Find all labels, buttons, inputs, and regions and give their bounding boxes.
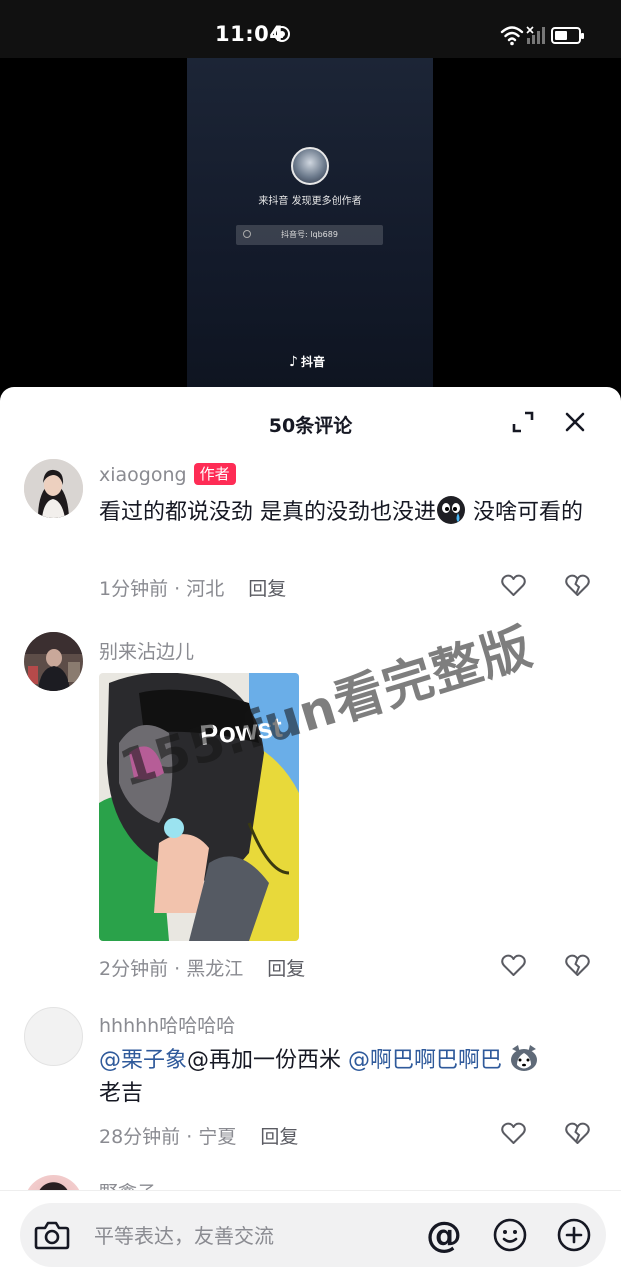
expand-icon[interactable] [510,409,536,435]
comment-text-part: @再加一份西米 [187,1048,349,1073]
status-bar: 11:04 [0,0,621,58]
crying-emoji-icon [437,496,465,524]
comment-username[interactable]: 别来沾边儿 [99,637,194,664]
comment-text: 看过的都说没劲 是真的没劲也没进 没啥可看的 [99,495,589,529]
battery-icon [551,27,584,44]
signal-icon [526,26,545,44]
reply-button[interactable]: 回复 [260,1126,298,1148]
comment-input[interactable] [94,1221,394,1251]
douyin-logo-text: 抖音 [300,355,325,369]
comment-meta: 28分钟前 · 宁夏 回复 [99,1126,299,1148]
comment-text: @栗子象@再加一份西米 @啊巴啊巴啊巴 老吉 [99,1043,589,1110]
avatar[interactable] [24,1007,83,1066]
douyin-logo: ♪ 抖音 [289,353,325,370]
avatar[interactable] [24,459,83,518]
author-badge: 作者 [193,463,236,485]
comment-username[interactable]: xiaogong 作者 [99,463,236,486]
at-mention-icon[interactable]: @ [424,1216,464,1256]
comment-text-part: 老吉 [99,1081,144,1106]
mention-link[interactable]: @啊巴啊巴啊巴 [348,1048,502,1073]
video-frame[interactable]: 来抖音 发现更多创作者 抖音号: lqb689 ♪ 抖音 [187,58,433,398]
avatar-image [24,632,83,691]
comments-sheet: 50条评论 xiaogong 作者 看过的都说没劲 是真的没劲也没进 没啥可看的 … [0,387,621,1280]
husky-emoji-icon [511,1045,538,1071]
comment-time: 1分钟前 [99,578,169,600]
comment-text-part: 没啥可看的 [466,500,583,525]
username-text[interactable]: xiaogong [99,464,187,486]
avatar-image [24,459,83,518]
reply-button[interactable]: 回复 [267,958,305,980]
douyin-id: 抖音号: lqb689 [281,230,338,239]
creator-avatar [291,147,329,185]
camera-icon[interactable] [34,1219,70,1251]
video-search-box: 抖音号: lqb689 [236,225,383,245]
avatar[interactable] [24,632,83,691]
tiktok-note-icon: ♪ [289,354,298,370]
broken-heart-icon[interactable] [565,1122,590,1145]
comment-input-container: @ [20,1203,606,1267]
broken-heart-icon[interactable] [565,574,590,597]
comment-meta: 2分钟前 · 黑龙江 回复 [99,958,306,980]
comment-time: 2分钟前 [99,958,169,980]
video-player[interactable]: 来抖音 发现更多创作者 抖音号: lqb689 ♪ 抖音 [0,58,621,398]
wifi-icon [500,26,524,46]
comment-text-part: 看过的都说没劲 是真的没劲也没进 [99,500,436,525]
broken-heart-icon[interactable] [565,954,590,977]
comment-location: 宁夏 [198,1126,237,1148]
comment-location: 黑龙江 [186,958,244,980]
video-tagline: 来抖音 发现更多创作者 [258,196,362,207]
comment-meta: 1分钟前 · 河北 回复 [99,578,287,600]
plus-icon[interactable] [556,1217,592,1253]
heart-icon[interactable] [501,954,526,977]
mention-link[interactable]: @栗子象 [99,1048,187,1073]
emoji-icon[interactable] [492,1217,528,1253]
comment-time: 28分钟前 [99,1126,181,1148]
close-icon[interactable] [562,409,588,435]
heart-icon[interactable] [501,574,526,597]
heart-icon[interactable] [501,1122,526,1145]
comment-location: 河北 [186,578,225,600]
hotspot-icon [274,26,290,42]
comment-input-bar: @ [0,1190,621,1280]
reply-button[interactable]: 回复 [248,578,286,600]
comment-username[interactable]: hhhhh哈哈哈哈 [99,1011,235,1038]
